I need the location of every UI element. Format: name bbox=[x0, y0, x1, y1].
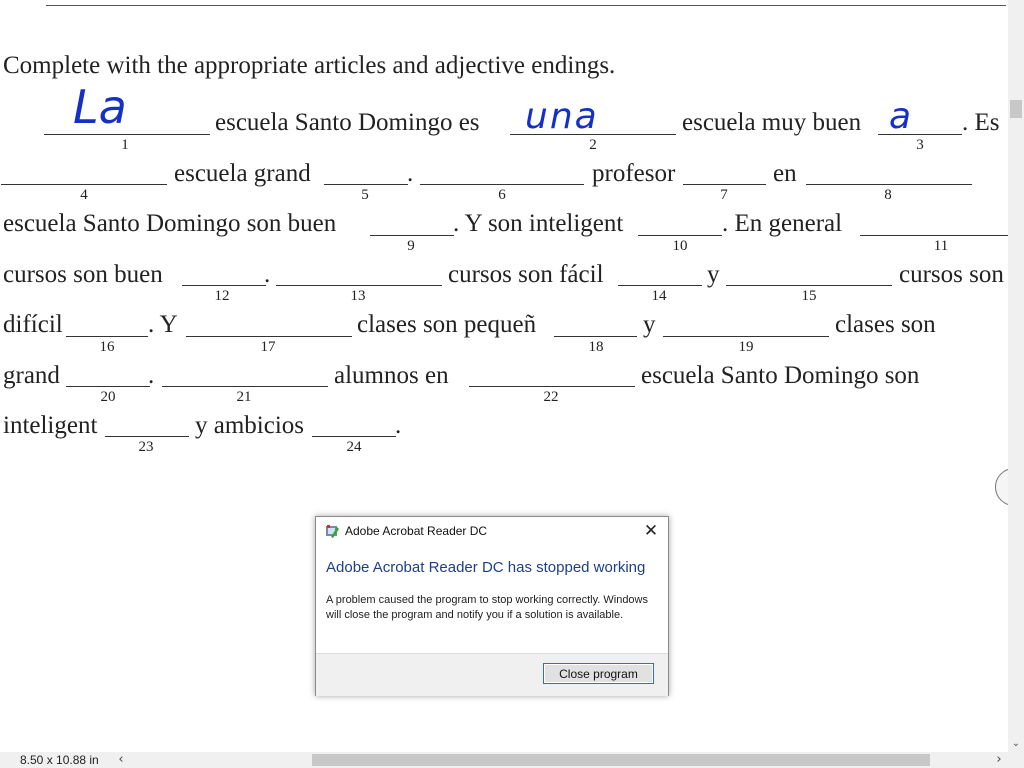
sentence-text: difícil bbox=[3, 311, 63, 338]
blank-number: 4 bbox=[80, 187, 88, 203]
sentence-text: inteligent bbox=[3, 412, 98, 439]
sentence-text: escuela Santo Domingo es bbox=[215, 109, 480, 136]
blank-number: 9 bbox=[407, 238, 415, 254]
blank-13[interactable] bbox=[276, 285, 442, 286]
blank-number: 6 bbox=[498, 187, 506, 203]
scroll-left-icon[interactable]: ‹ bbox=[114, 752, 128, 768]
blank-21[interactable] bbox=[162, 386, 328, 387]
sentence-text: . bbox=[264, 261, 271, 288]
blank-16[interactable] bbox=[66, 336, 148, 337]
horizontal-scroll-thumb[interactable] bbox=[312, 754, 930, 766]
sentence-text: . bbox=[395, 412, 402, 439]
blank-number: 20 bbox=[100, 389, 116, 405]
blank-10[interactable] bbox=[638, 235, 722, 236]
blank-24[interactable] bbox=[312, 436, 396, 437]
blank-number: 3 bbox=[916, 137, 924, 153]
blank-20[interactable] bbox=[66, 386, 150, 387]
blank-4[interactable] bbox=[1, 184, 167, 185]
page-size-label: 8.50 x 10.88 in bbox=[20, 753, 99, 767]
dialog-heading: Adobe Acrobat Reader DC has stopped work… bbox=[326, 559, 646, 576]
sentence-text: en bbox=[773, 160, 797, 187]
instruction-text: Complete with the appropriate articles a… bbox=[3, 52, 616, 79]
handwritten-answer-1: La bbox=[73, 80, 127, 134]
blank-number: 12 bbox=[214, 288, 230, 304]
handwritten-answer-2: una bbox=[525, 96, 599, 137]
sentence-text: clases son pequeñ bbox=[357, 311, 537, 338]
scroll-right-icon[interactable]: › bbox=[992, 752, 1006, 768]
blank-19[interactable] bbox=[663, 336, 829, 337]
blank-number: 18 bbox=[588, 339, 604, 355]
sentence-text: y bbox=[643, 311, 656, 338]
scroll-down-icon[interactable]: ⌄ bbox=[1008, 736, 1024, 752]
sentence-text: . bbox=[148, 362, 155, 389]
blank-number: 13 bbox=[350, 288, 366, 304]
vertical-scroll-thumb[interactable] bbox=[1010, 100, 1022, 118]
blank-14[interactable] bbox=[618, 285, 702, 286]
close-icon[interactable]: ✕ bbox=[641, 521, 661, 541]
handwritten-answer-3: a bbox=[889, 96, 912, 137]
blank-number: 8 bbox=[884, 187, 892, 203]
sentence-text: cursos son fácil bbox=[448, 261, 604, 288]
sentence-text: escuela Santo Domingo son bbox=[641, 362, 920, 389]
blank-number: 1 bbox=[121, 137, 129, 153]
sentence-text: y bbox=[707, 261, 720, 288]
blank-number: 22 bbox=[543, 389, 559, 405]
sentence-text: . Es bbox=[962, 109, 1000, 136]
blank-6[interactable] bbox=[420, 184, 584, 185]
blank-17[interactable] bbox=[186, 336, 352, 337]
blank-8[interactable] bbox=[806, 184, 972, 185]
sentence-text: y ambicios bbox=[195, 412, 305, 439]
blank-number: 19 bbox=[738, 339, 754, 355]
blank-number: 11 bbox=[933, 238, 949, 254]
sentence-text: grand bbox=[3, 362, 60, 389]
error-dialog: Adobe Acrobat Reader DC ✕ Adobe Acrobat … bbox=[315, 516, 669, 696]
sentence-text: clases son bbox=[835, 311, 936, 338]
sentence-text: profesor bbox=[592, 160, 676, 187]
blank-number: 17 bbox=[260, 339, 276, 355]
acrobat-app-icon bbox=[326, 525, 339, 538]
blank-number: 21 bbox=[236, 389, 252, 405]
blank-18[interactable] bbox=[554, 336, 637, 337]
top-rule bbox=[46, 5, 1006, 6]
blank-number: 5 bbox=[361, 187, 369, 203]
sentence-text: . Y son inteligent bbox=[453, 210, 624, 237]
sentence-text: cursos son bbox=[899, 261, 1004, 288]
blank-1[interactable] bbox=[44, 134, 210, 135]
blank-23[interactable] bbox=[105, 436, 189, 437]
blank-number: 24 bbox=[346, 439, 362, 455]
dialog-message: A problem caused the program to stop wor… bbox=[326, 594, 648, 621]
sentence-text: . Y bbox=[148, 311, 178, 338]
sentence-text: escuela Santo Domingo son buen bbox=[3, 210, 337, 237]
sentence-text: . bbox=[407, 160, 414, 187]
blank-12[interactable] bbox=[182, 285, 266, 286]
blank-number: 16 bbox=[99, 339, 115, 355]
blank-22[interactable] bbox=[469, 386, 635, 387]
blank-number: 10 bbox=[672, 238, 688, 254]
sentence-text: escuela grand bbox=[174, 160, 311, 187]
sentence-text: . En general bbox=[722, 210, 843, 237]
sentence-text: alumnos en bbox=[334, 362, 449, 389]
blank-number: 2 bbox=[589, 137, 597, 153]
blank-11[interactable] bbox=[860, 235, 1008, 236]
blank-number: 7 bbox=[720, 187, 728, 203]
sentence-text: cursos son buen bbox=[3, 261, 163, 288]
blank-9[interactable] bbox=[370, 235, 454, 236]
blank-number: 15 bbox=[801, 288, 817, 304]
dialog-title: Adobe Acrobat Reader DC bbox=[345, 524, 488, 538]
sentence-text: escuela muy buen bbox=[682, 109, 862, 136]
blank-7[interactable] bbox=[683, 184, 766, 185]
blank-5[interactable] bbox=[324, 184, 408, 185]
blank-15[interactable] bbox=[726, 285, 892, 286]
blank-number: 14 bbox=[651, 288, 667, 304]
blank-number: 23 bbox=[138, 439, 154, 455]
dialog-footer: Close program bbox=[316, 653, 668, 696]
close-program-button[interactable]: Close program bbox=[543, 663, 654, 684]
